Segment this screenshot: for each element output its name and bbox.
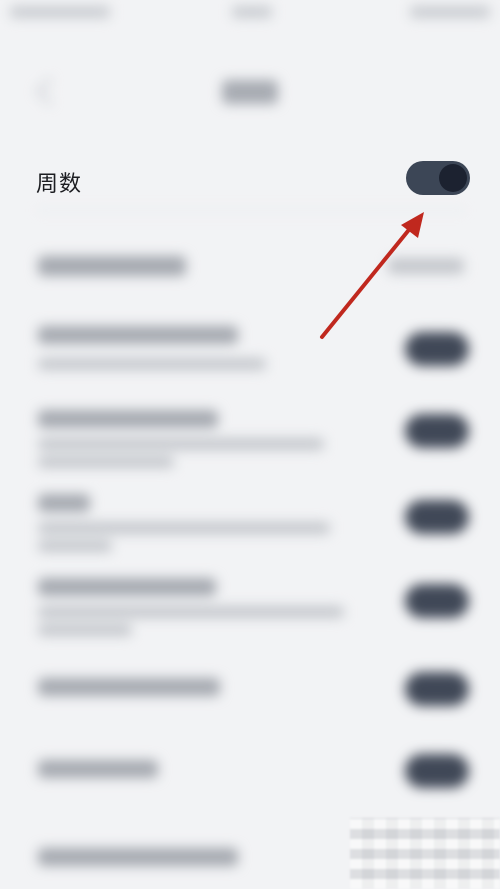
toggle-switch[interactable] xyxy=(405,500,469,534)
toggle-knob xyxy=(439,164,467,192)
week-number-label: 周数 xyxy=(36,172,83,197)
divider xyxy=(36,210,466,211)
toggle-switch[interactable] xyxy=(405,584,469,618)
toggle-switch[interactable] xyxy=(405,332,469,366)
week-number-toggle[interactable] xyxy=(406,161,470,195)
status-bar xyxy=(0,0,500,28)
back-arrow-icon[interactable] xyxy=(36,78,63,105)
toggle-switch[interactable] xyxy=(405,754,469,788)
toggle-switch[interactable] xyxy=(405,414,469,448)
blurred-background xyxy=(0,0,500,889)
watermark-patch xyxy=(350,818,500,889)
status-center xyxy=(232,6,272,18)
toggle-switch[interactable] xyxy=(405,672,469,706)
status-indicators xyxy=(410,6,490,18)
page-title xyxy=(222,80,278,104)
week-number-row[interactable]: 周数 xyxy=(0,150,500,210)
nav-bar xyxy=(0,60,500,124)
settings-screen: 周数 xyxy=(0,0,500,889)
status-time xyxy=(10,6,110,18)
